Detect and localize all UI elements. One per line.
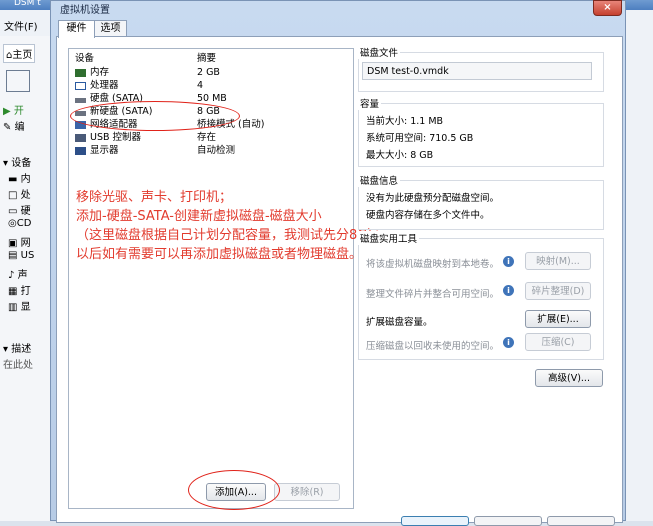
- sidebar-dev-sound[interactable]: ♪ 声: [8, 266, 54, 281]
- disk-info-title: 磁盘信息: [358, 173, 401, 187]
- info-icon[interactable]: i: [503, 337, 514, 348]
- disk-utilities-title: 磁盘实用工具: [358, 231, 420, 245]
- usb-icon: [75, 134, 86, 142]
- column-device: 设备: [75, 53, 95, 64]
- map-description: 将该虚拟机磁盘映射到本地卷。: [366, 259, 500, 270]
- capacity-title: 容量: [358, 96, 382, 110]
- disk-info-group: [358, 180, 604, 230]
- close-button[interactable]: ×: [593, 0, 622, 16]
- disk-file-value: DSM test-0.vmdk: [367, 66, 449, 77]
- sidebar-dev-display[interactable]: ▥ 显: [8, 298, 54, 313]
- background-sidebar: ⌂主页 ▶ 开 ✎ 编 ▾ 设备 ▬ 内 □ 处 ▭ 硬 ◎CD ▣ 网 ▤ U…: [0, 36, 53, 521]
- help-button-partial[interactable]: [547, 516, 615, 526]
- expand-button[interactable]: 扩展(E)...: [525, 310, 591, 328]
- disk-info-line-2: 硬盘内容存储在多个文件中。: [366, 210, 490, 221]
- annotation-ellipse-add: [188, 470, 280, 510]
- cpu-icon: [75, 82, 86, 90]
- sidebar-description-header[interactable]: ▾ 描述: [3, 340, 49, 355]
- device-row-cpu[interactable]: 处理器 4: [75, 80, 345, 92]
- device-row-display[interactable]: 显示器 自动检测: [75, 145, 345, 157]
- compact-description: 压缩磁盘以回收未使用的空间。: [366, 341, 500, 352]
- defrag-button[interactable]: 碎片整理(D): [525, 282, 591, 300]
- sidebar-dev-net[interactable]: ▣ 网: [8, 234, 54, 249]
- info-icon[interactable]: i: [503, 256, 514, 267]
- disk-info-line-1: 没有为此硬盘预分配磁盘空间。: [366, 193, 500, 204]
- sidebar-dev-printer[interactable]: ▦ 打: [8, 282, 54, 297]
- sidebar-dev-hdd[interactable]: ▭ 硬: [8, 202, 54, 217]
- display-icon: [75, 147, 86, 155]
- tab-hardware[interactable]: 硬件: [58, 20, 95, 38]
- device-list-header: 设备 摘要: [75, 53, 345, 65]
- info-icon[interactable]: i: [503, 285, 514, 296]
- sidebar-dev-cd[interactable]: ◎CD: [8, 218, 54, 229]
- capacity-available: 系统可用空间: 710.5 GB: [366, 133, 474, 144]
- sidebar-dev-usb[interactable]: ▤ US: [8, 250, 54, 261]
- capacity-max: 最大大小: 8 GB: [366, 150, 434, 161]
- sidebar-edit[interactable]: ✎ 编: [3, 118, 49, 133]
- sidebar-dev-cpu[interactable]: □ 处: [8, 186, 54, 201]
- annotation-ellipse-new-disk: [70, 101, 240, 131]
- remove-button[interactable]: 移除(R): [274, 483, 340, 501]
- close-icon: ×: [603, 2, 612, 13]
- disk-file-field[interactable]: DSM test-0.vmdk: [362, 62, 592, 80]
- advanced-button[interactable]: 高级(V)...: [535, 369, 603, 387]
- tab-options[interactable]: 选项: [94, 20, 127, 37]
- defrag-description: 整理文件碎片并整合可用空间。: [366, 289, 500, 300]
- column-summary: 摘要: [197, 53, 217, 64]
- device-row-memory[interactable]: 内存 2 GB: [75, 67, 345, 79]
- ok-button-partial[interactable]: [401, 516, 469, 526]
- memory-icon: [75, 69, 86, 77]
- expand-description: 扩展磁盘容量。: [366, 317, 433, 328]
- sidebar-power-on[interactable]: ▶ 开: [3, 102, 49, 117]
- compact-button[interactable]: 压缩(C): [525, 333, 591, 351]
- menu-file[interactable]: 文件(F): [4, 18, 38, 33]
- map-button[interactable]: 映射(M)...: [525, 252, 591, 270]
- annotation-line-3: （这里磁盘根据自己计划分配容量，我测试先分8G）；: [76, 228, 387, 243]
- dialog-title: 虚拟机设置: [60, 5, 110, 16]
- sidebar-devices-header[interactable]: ▾ 设备: [3, 154, 49, 169]
- home-tab[interactable]: ⌂主页: [3, 44, 36, 63]
- vm-icon: [6, 70, 30, 92]
- background-title: DSM t: [14, 0, 41, 8]
- sidebar-dev-memory[interactable]: ▬ 内: [8, 170, 54, 185]
- device-row-usb[interactable]: USB 控制器 存在: [75, 132, 345, 144]
- sidebar-description-text: 在此处: [3, 360, 33, 371]
- hdd-icon: [75, 98, 86, 103]
- capacity-current: 当前大小: 1.1 MB: [366, 116, 444, 127]
- disk-file-title: 磁盘文件: [358, 45, 401, 59]
- annotation-line-1: 移除光驱、声卡、打印机；: [76, 190, 233, 205]
- background-menubar: 文件(F): [0, 10, 52, 36]
- cancel-button-partial[interactable]: [474, 516, 542, 526]
- home-tab-label: 主页: [12, 50, 33, 61]
- background-right-edge: [626, 10, 653, 521]
- annotation-line-2: 添加-硬盘-SATA-创建新虚拟磁盘-磁盘大小: [76, 209, 322, 224]
- annotation-line-4: 以后如有需要可以再添加虚拟磁盘或者物理磁盘。: [76, 247, 363, 262]
